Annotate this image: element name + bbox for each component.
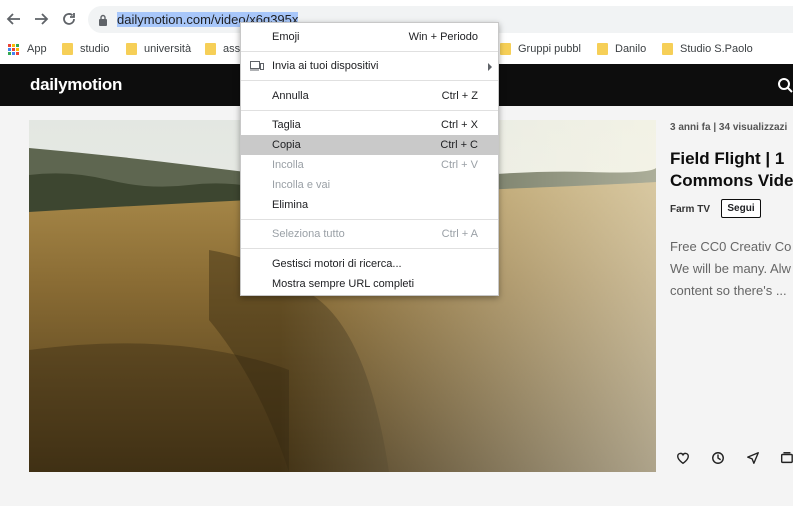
menu-item-shortcut: Ctrl + Z	[441, 90, 478, 102]
menu-separator	[241, 51, 498, 52]
bookmark-label: università	[144, 43, 192, 55]
menu-item-shortcut: Ctrl + V	[441, 159, 478, 171]
folder-icon	[662, 43, 673, 55]
description-line: Free CC0 Creativ Co	[670, 239, 792, 254]
forward-arrow-icon[interactable]	[31, 9, 51, 29]
menu-item-always-show-full-urls[interactable]: Mostra sempre URL completi	[241, 274, 498, 294]
menu-item-label: Seleziona tutto	[272, 228, 345, 240]
description-line: We will be many. Alw	[670, 261, 791, 276]
menu-item-shortcut: Ctrl + A	[441, 228, 478, 240]
menu-item-delete[interactable]: Elimina	[241, 195, 498, 215]
video-meta: 3 anni fa | 34 visualizzazi	[670, 122, 788, 133]
menu-item-select-all[interactable]: Seleziona tutto Ctrl + A	[241, 224, 498, 244]
folder-icon	[500, 43, 511, 55]
menu-separator	[241, 219, 498, 220]
bookmark-label: ass	[223, 43, 241, 55]
folder-icon	[126, 43, 137, 55]
bookmark-studio[interactable]: studio	[62, 43, 109, 55]
video-title-line: Field Flight | 1	[670, 149, 785, 168]
bookmark-danilo[interactable]: Danilo	[597, 43, 646, 55]
menu-item-send-to-devices[interactable]: Invia ai tuoi dispositivi	[241, 56, 498, 76]
menu-item-label: Taglia	[272, 119, 301, 131]
channel-name[interactable]: Farm TV	[670, 204, 710, 215]
menu-item-shortcut: Ctrl + C	[440, 139, 478, 151]
bookmark-studio-spaolo[interactable]: Studio S.Paolo	[662, 43, 753, 55]
menu-item-label: Annulla	[272, 90, 309, 102]
menu-item-cut[interactable]: Taglia Ctrl + X	[241, 115, 498, 135]
bookmark-label: Gruppi pubbl	[518, 43, 581, 55]
menu-item-shortcut: Ctrl + X	[441, 119, 478, 131]
clock-icon[interactable]	[711, 451, 727, 467]
menu-item-label: Mostra sempre URL completi	[272, 278, 415, 290]
menu-item-manage-search-engines[interactable]: Gestisci motori di ricerca...	[241, 254, 498, 274]
folder-icon	[62, 43, 73, 55]
follow-button[interactable]: Segui	[721, 199, 761, 218]
back-arrow-icon[interactable]	[4, 9, 24, 29]
menu-item-label: Elimina	[272, 199, 309, 211]
context-menu: Emoji Win + Periodo Invia ai tuoi dispos…	[240, 22, 499, 296]
folder-icon	[597, 43, 608, 55]
search-icon[interactable]	[777, 77, 793, 98]
menu-item-label: Incolla	[272, 159, 304, 171]
share-send-icon[interactable]	[746, 451, 762, 467]
menu-separator	[241, 110, 498, 111]
menu-item-paste[interactable]: Incolla Ctrl + V	[241, 155, 498, 175]
bookmark-label: studio	[80, 43, 110, 55]
menu-item-label: Incolla e vai	[272, 179, 331, 191]
menu-separator	[241, 248, 498, 249]
bookmark-universita[interactable]: università	[126, 43, 191, 55]
menu-item-label: Copia	[272, 139, 301, 151]
heart-icon[interactable]	[676, 451, 692, 467]
menu-item-label: Emoji	[272, 31, 300, 43]
menu-item-paste-and-go[interactable]: Incolla e vai	[241, 175, 498, 195]
dailymotion-logo[interactable]: dailymotion	[30, 75, 122, 95]
bookmark-ass[interactable]: ass	[205, 43, 240, 55]
description-line: content so there's ...	[670, 283, 787, 298]
menu-item-label: Invia ai tuoi dispositivi	[272, 60, 379, 72]
video-title-line: Commons Vide	[670, 171, 793, 190]
video-description: Free CC0 Creativ Co We will be many. Alw…	[670, 236, 791, 302]
menu-item-emoji[interactable]: Emoji Win + Periodo	[241, 27, 498, 47]
add-to-playlist-icon[interactable]	[780, 451, 793, 467]
bookmark-gruppi-pubbl[interactable]: Gruppi pubbl	[500, 43, 581, 55]
bookmark-app[interactable]: App	[8, 43, 47, 55]
menu-item-shortcut: Win + Periodo	[408, 31, 478, 43]
bookmark-label: Studio S.Paolo	[680, 43, 753, 55]
folder-icon	[205, 43, 216, 55]
menu-item-copy[interactable]: Copia Ctrl + C	[241, 135, 498, 155]
menu-item-undo[interactable]: Annulla Ctrl + Z	[241, 86, 498, 106]
submenu-arrow-icon	[488, 63, 492, 71]
menu-item-label: Gestisci motori di ricerca...	[272, 258, 402, 270]
apps-grid-icon	[8, 43, 19, 55]
bookmark-label: Danilo	[615, 43, 647, 55]
video-title: Field Flight | 1 Commons Vide	[670, 148, 793, 192]
devices-icon	[250, 61, 264, 74]
reload-icon[interactable]	[59, 9, 79, 29]
bookmark-label: App	[27, 43, 47, 55]
menu-separator	[241, 80, 498, 81]
lock-icon[interactable]	[98, 13, 108, 31]
